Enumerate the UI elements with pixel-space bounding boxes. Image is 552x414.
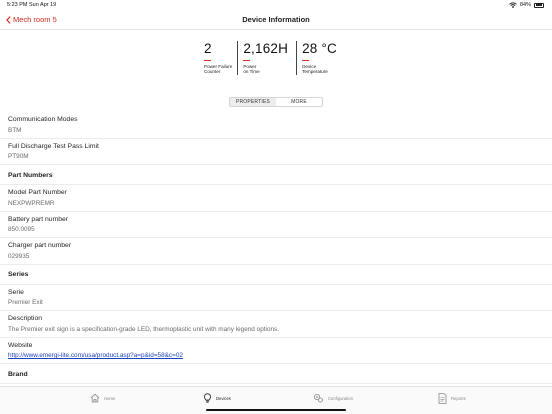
segment-properties[interactable]: PROPERTIES bbox=[230, 98, 276, 106]
item-value: PT90M bbox=[8, 153, 29, 160]
tab-label: Home bbox=[104, 395, 116, 401]
item-label: Full Discharge Test Pass Limit bbox=[8, 142, 99, 150]
list-item: Full Discharge Test Pass Limit PT90M bbox=[0, 139, 552, 165]
nav-bar: Mech room 5 Device Information bbox=[0, 10, 552, 30]
document-icon bbox=[438, 393, 447, 404]
list-item: Battery part number 850.0095 bbox=[0, 212, 552, 238]
list-item: Charger part number 029935 bbox=[0, 238, 552, 265]
house-icon bbox=[90, 393, 100, 403]
device-stats: 2 Power Failure Counter 2,162H Power on … bbox=[199, 41, 342, 75]
stat-power-failure: 2 Power Failure Counter bbox=[199, 41, 237, 75]
status-time: 5:23 PM Sun Apr 19 bbox=[7, 2, 57, 8]
tab-devices[interactable]: Devices bbox=[203, 393, 231, 403]
stat-label-line2: Temperature bbox=[302, 69, 328, 75]
lightbulb-icon bbox=[204, 393, 211, 403]
properties-list: Communication Modes BTM Full Discharge T… bbox=[0, 112, 552, 384]
page-title: Device Information bbox=[242, 15, 310, 24]
status-bar: 5:23 PM Sun Apr 19 84% bbox=[0, 0, 552, 10]
item-label: Communication Modes bbox=[8, 116, 78, 123]
home-indicator[interactable] bbox=[206, 408, 346, 411]
stat-value: 2 bbox=[204, 41, 212, 56]
stat-accent-bar bbox=[302, 60, 310, 62]
list-item: Description The Premier exit sign is a s… bbox=[0, 311, 552, 338]
tab-label: Devices bbox=[216, 395, 231, 401]
item-label: Battery part number bbox=[8, 215, 69, 223]
stat-device-temperature: 28 °C Device Temperature bbox=[296, 41, 342, 75]
tab-label: Reports bbox=[451, 396, 466, 401]
segment-more[interactable]: MORE bbox=[276, 98, 322, 106]
item-value: The Premier exit sign is a specification… bbox=[8, 325, 280, 333]
stat-label: Power Failure Counter bbox=[204, 64, 232, 74]
list-item: Website http://www.emergi-lite.com/usa/p… bbox=[0, 338, 552, 364]
list-item: Communication Modes BTM bbox=[0, 112, 552, 139]
stat-power-on-time: 2,162H Power on Time bbox=[237, 41, 296, 75]
section-header: Brand bbox=[0, 364, 552, 384]
stat-value: 2,162H bbox=[243, 41, 289, 56]
gears-icon bbox=[314, 394, 323, 403]
stat-label: Device Temperature bbox=[302, 64, 337, 74]
stat-accent-bar bbox=[204, 60, 211, 62]
item-value: BTM bbox=[8, 126, 22, 134]
section-header: Series bbox=[0, 265, 552, 285]
battery-icon bbox=[534, 2, 544, 8]
stat-value: 28 °C bbox=[302, 41, 337, 56]
tab-bar: Home Devices Configuration Reports bbox=[0, 386, 552, 414]
status-right: 84% bbox=[509, 2, 544, 8]
segmented-control: PROPERTIES MORE bbox=[229, 97, 323, 107]
battery-percent: 84% bbox=[519, 2, 531, 8]
item-label: Charger part number bbox=[8, 242, 72, 249]
stat-label: Power on Time bbox=[243, 64, 288, 74]
stat-label-line2: on Time bbox=[243, 69, 260, 75]
item-label: Serie bbox=[8, 288, 24, 296]
list-item: Serie Premier Exit bbox=[0, 285, 552, 311]
website-link[interactable]: http://www.emergi-lite.com/usa/product.a… bbox=[8, 352, 552, 359]
item-label: Website bbox=[8, 341, 33, 349]
item-value: Premier Exit bbox=[8, 299, 43, 306]
item-label: Model Part Number bbox=[8, 189, 67, 196]
tab-configuration[interactable]: Configuration bbox=[313, 393, 353, 403]
stat-accent-bar bbox=[243, 60, 251, 62]
item-value: NEXPWPREMR bbox=[8, 199, 55, 207]
item-value: 850.0095 bbox=[8, 226, 35, 233]
item-label: Description bbox=[8, 315, 42, 322]
item-value: 029935 bbox=[8, 252, 30, 260]
tab-reports[interactable]: Reports bbox=[438, 393, 466, 404]
list-item: Model Part Number NEXPWPREMR bbox=[0, 185, 552, 212]
section-header: Part Numbers bbox=[0, 165, 552, 185]
tab-home[interactable]: Home bbox=[90, 393, 115, 403]
stat-label-line2: Counter bbox=[204, 69, 221, 75]
wifi-icon bbox=[509, 2, 517, 8]
tab-label: Configuration bbox=[328, 395, 353, 401]
